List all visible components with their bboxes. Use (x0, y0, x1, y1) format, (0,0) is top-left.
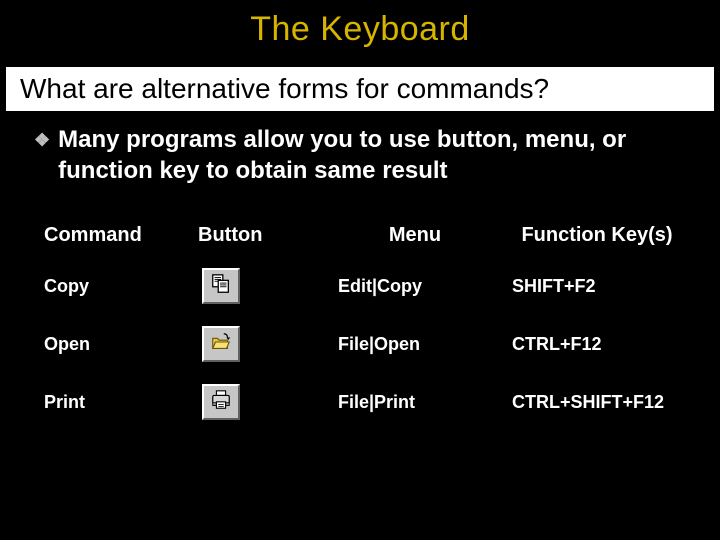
bullet-text: Many programs allow you to use button, m… (58, 125, 668, 186)
cell-fkey: CTRL+SHIFT+F12 (500, 386, 690, 419)
print-button[interactable] (202, 384, 240, 420)
table-header-row: Command Button Menu Function Key(s) (30, 216, 690, 258)
open-icon (209, 331, 233, 358)
table-row: Print File|Print CTRL+SHIFT+F12 (30, 374, 690, 432)
open-button[interactable] (202, 326, 240, 362)
diamond-bullet-icon: ❖ (34, 129, 50, 152)
cell-menu: File|Print (330, 386, 500, 419)
col-header-fkey: Function Key(s) (500, 218, 690, 253)
cell-button (190, 320, 330, 368)
copy-button[interactable] (202, 268, 240, 304)
col-header-menu: Menu (330, 218, 500, 253)
print-icon (209, 389, 233, 416)
cell-button (190, 378, 330, 426)
table-row: Open File|Open CTRL+F12 (30, 316, 690, 374)
slide-subtitle: What are alternative forms for commands? (6, 67, 714, 111)
slide-title: The Keyboard (0, 0, 720, 67)
copy-icon (209, 273, 233, 300)
cell-button (190, 262, 330, 310)
cell-command: Copy (30, 270, 190, 303)
cell-command: Print (30, 386, 190, 419)
commands-table: Command Button Menu Function Key(s) Copy (30, 214, 690, 432)
bullet-item: ❖ Many programs allow you to use button,… (0, 125, 720, 186)
col-header-command: Command (30, 218, 190, 253)
cell-fkey: CTRL+F12 (500, 328, 690, 361)
cell-menu: Edit|Copy (330, 270, 500, 303)
table-row: Copy Edit|Copy SHIFT+F2 (30, 258, 690, 316)
cell-fkey: SHIFT+F2 (500, 270, 690, 303)
cell-command: Open (30, 328, 190, 361)
cell-menu: File|Open (330, 328, 500, 361)
col-header-button: Button (190, 218, 330, 253)
